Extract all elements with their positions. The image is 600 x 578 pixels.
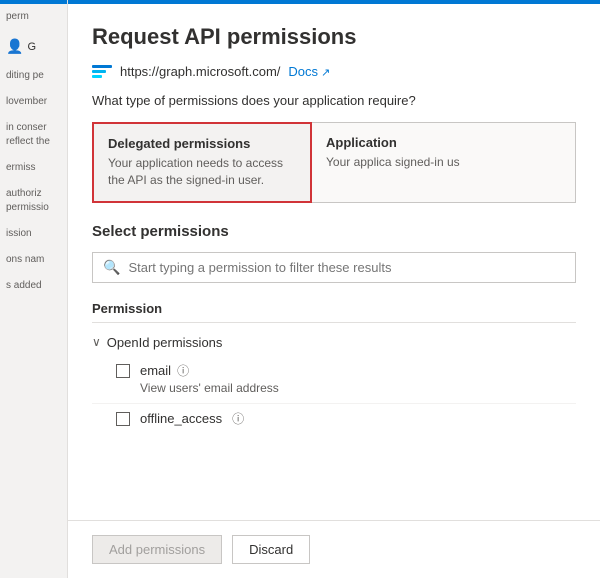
email-checkbox[interactable] [116,364,130,378]
footer-actions: Add permissions Discard [68,520,600,578]
permission-item-offline: offline_access ⓘ [92,404,576,431]
offline-perm-name: offline_access [140,411,222,426]
permissions-question: What type of permissions does your appli… [92,93,576,108]
delegated-permissions-card[interactable]: Delegated permissions Your application n… [92,122,312,203]
sidebar-item-authoriz: authoriz permissio [0,181,67,221]
sidebar-item-s-added: s added [0,273,67,299]
permission-item-email: email ⓘ View users' email address [92,354,576,404]
delegated-card-title: Delegated permissions [108,136,296,151]
email-perm-info: email ⓘ View users' email address [140,362,576,395]
content-area: Request API permissions https://graph.mi… [68,4,600,578]
sidebar-item-ons-nam: ons nam [0,247,67,273]
group-header-openid[interactable]: ∨ OpenId permissions [92,331,576,354]
search-input[interactable] [128,260,565,275]
sidebar-item-november: lovember [0,89,67,115]
add-permissions-button[interactable]: Add permissions [92,535,222,564]
sidebar: perm 👤 G diting pe lovember in conser re… [0,0,68,578]
application-card-title: Application [326,135,561,150]
select-permissions-title: Select permissions [92,223,576,240]
email-info-icon[interactable]: ⓘ [177,362,189,379]
discard-button[interactable]: Discard [232,535,310,564]
email-name-row: email ⓘ [140,362,576,379]
sidebar-item-editing: diting pe [0,63,67,89]
sidebar-item-ermiss: ermiss [0,155,67,181]
graph-api-icon [92,65,112,79]
permission-column-header: Permission [92,295,576,323]
openid-permissions-group: ∨ OpenId permissions email ⓘ View users'… [92,331,576,431]
sidebar-item-perm: perm [0,4,67,30]
chevron-down-icon: ∨ [92,335,101,349]
api-url-row: https://graph.microsoft.com/ Docs [92,64,576,79]
main-panel: Request API permissions https://graph.mi… [68,0,600,578]
api-url-text: https://graph.microsoft.com/ [120,64,280,79]
delegated-card-desc: Your application needs to access the API… [108,155,296,189]
search-icon: 🔍 [103,259,120,276]
group-name-openid: OpenId permissions [107,335,223,350]
docs-link[interactable]: Docs [288,64,330,79]
email-perm-name: email [140,363,171,378]
page-title: Request API permissions [92,24,576,50]
permission-type-cards: Delegated permissions Your application n… [92,122,576,203]
email-perm-desc: View users' email address [140,381,576,395]
sidebar-item-consent: in conser reflect the [0,115,67,155]
search-box[interactable]: 🔍 [92,252,576,283]
sidebar-item-ission: ission [0,221,67,247]
application-permissions-card[interactable]: Application Your applica signed-in us [312,122,576,203]
offline-info-icon[interactable]: ⓘ [232,410,244,427]
sidebar-nav-g[interactable]: 👤 G [0,30,67,63]
offline-checkbox[interactable] [116,412,130,426]
application-card-desc: Your applica signed-in us [326,154,561,171]
person-icon: 👤 [6,38,23,55]
